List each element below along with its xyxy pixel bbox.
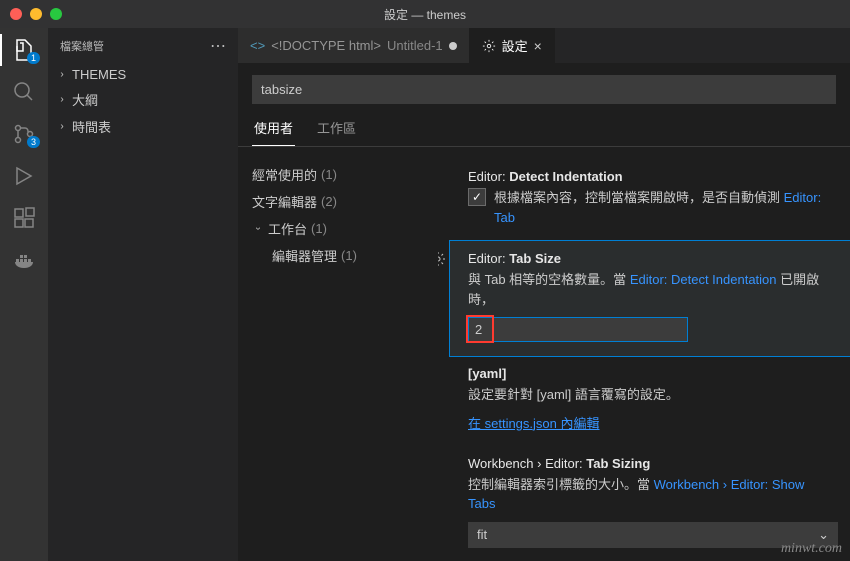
gear-icon[interactable]: [438, 251, 446, 267]
setting-detect-indentation: Editor: Detect Indentation ✓ 根據檔案內容，控制當檔…: [444, 159, 850, 241]
settings-toc: 經常使用的 (1) 文字編輯器 (2) › 工作台 (1) 編輯器管理 (1: [238, 147, 438, 561]
settings-results: Editor: Detect Indentation ✓ 根據檔案內容，控制當檔…: [438, 147, 850, 561]
window-title: 設定 — themes: [384, 6, 466, 23]
editor-area: <> <!DOCTYPE html> Untitled-1 設定 × 使用者 工…: [238, 28, 850, 561]
tab-untitled-file[interactable]: <> <!DOCTYPE html> Untitled-1: [238, 28, 470, 63]
sidebar-section-timeline[interactable]: › 時間表: [48, 113, 238, 140]
scope-tab-workspace[interactable]: 工作區: [315, 112, 358, 146]
explorer-badge: 1: [27, 52, 40, 64]
maximize-window-button[interactable]: [50, 8, 62, 20]
settings-search-input[interactable]: [252, 75, 836, 104]
main-layout: 1 3 檔案總管 ⋯ › THEMES › 大綱: [0, 28, 850, 561]
extensions-icon[interactable]: [12, 206, 36, 230]
toc-editor-management[interactable]: 編輯器管理 (1): [252, 242, 438, 269]
settings-scope-tabs: 使用者 工作區: [238, 112, 850, 147]
sidebar-header: 檔案總管 ⋯: [48, 28, 238, 63]
sidebar-more-icon[interactable]: ⋯: [210, 36, 226, 56]
sidebar-section-themes[interactable]: › THEMES: [48, 63, 238, 86]
chevron-down-icon: ›: [253, 223, 264, 235]
watermark: minwt.com: [781, 541, 842, 557]
titlebar: 設定 — themes: [0, 0, 850, 28]
sidebar: 檔案總管 ⋯ › THEMES › 大綱 › 時間表: [48, 28, 238, 561]
minimize-window-button[interactable]: [30, 8, 42, 20]
tab-settings[interactable]: 設定 ×: [470, 28, 555, 63]
close-icon[interactable]: ×: [534, 38, 542, 54]
link-edit-settings-json[interactable]: 在 settings.json 內編輯: [468, 413, 834, 432]
close-window-button[interactable]: [10, 8, 22, 20]
toc-frequently-used[interactable]: 經常使用的 (1): [252, 161, 438, 188]
sidebar-section-outline[interactable]: › 大綱: [48, 86, 238, 113]
run-debug-icon[interactable]: [12, 164, 36, 188]
explorer-icon[interactable]: 1: [12, 38, 36, 62]
source-control-icon[interactable]: 3: [12, 122, 36, 146]
setting-tab-size: Editor: Tab Size 與 Tab 相等的空格數量。當 Editor:…: [450, 241, 850, 356]
gear-icon: [482, 39, 496, 53]
scope-tab-user[interactable]: 使用者: [252, 112, 295, 146]
editor-tabs: <> <!DOCTYPE html> Untitled-1 設定 ×: [238, 28, 850, 63]
link-detect-indentation[interactable]: Editor: Detect Indentation: [630, 272, 777, 287]
scm-badge: 3: [27, 136, 40, 148]
search-icon[interactable]: [12, 80, 36, 104]
window-controls: [10, 8, 62, 20]
sidebar-title: 檔案總管: [60, 38, 104, 54]
toc-text-editor[interactable]: 文字編輯器 (2): [252, 188, 438, 215]
chevron-right-icon: ›: [56, 94, 68, 105]
toc-workbench[interactable]: › 工作台 (1): [252, 215, 438, 242]
tab-size-input[interactable]: [468, 317, 688, 342]
settings-editor: 使用者 工作區 經常使用的 (1) 文字編輯器 (2) › 工作台: [238, 63, 850, 561]
chevron-right-icon: ›: [56, 69, 68, 80]
chevron-right-icon: ›: [56, 121, 68, 132]
html-file-icon: <>: [250, 38, 265, 53]
detect-indentation-checkbox[interactable]: ✓: [468, 188, 486, 206]
docker-icon[interactable]: [12, 248, 36, 272]
setting-yaml-override: [yaml] 設定要針對 [yaml] 語言覆寫的設定。 在 settings.…: [444, 356, 850, 446]
activity-bar: 1 3: [0, 28, 48, 561]
dirty-indicator-icon: [449, 42, 457, 50]
